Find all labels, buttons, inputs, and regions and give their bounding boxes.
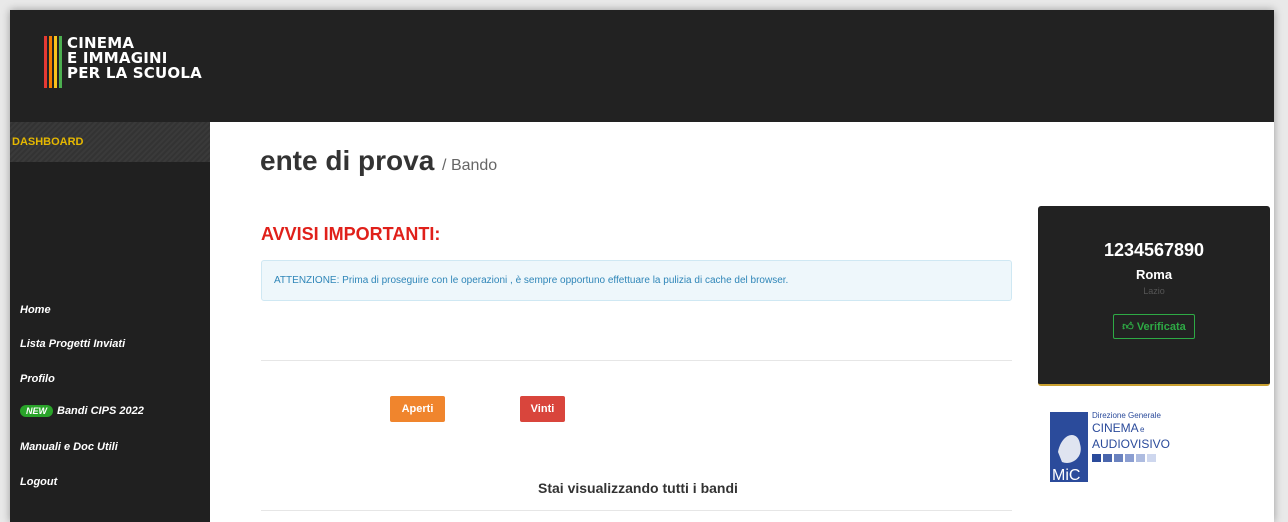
profile-region: Lazio	[1143, 286, 1165, 296]
divider	[261, 510, 1012, 511]
status-text: Stai visualizzando tutti i bandi	[538, 480, 738, 496]
sidebar-item-bandi[interactable]: NEW Bandi CIPS 2022	[20, 405, 144, 417]
mic-mark: MiC	[1052, 467, 1080, 484]
sidebar-item-label: Bandi CIPS 2022	[57, 405, 144, 417]
mic-block	[1125, 454, 1134, 462]
sidebar-item-lista-progetti[interactable]: Lista Progetti Inviati	[20, 338, 125, 350]
logo-text: CINEMA E IMMAGINI PER LA SCUOLA	[67, 36, 202, 88]
page-breadcrumb: / Bando	[442, 157, 498, 174]
mic-line-4: AUDIOVISIVO	[1092, 437, 1170, 451]
sidebar-item-manuali[interactable]: Manuali e Doc Utili	[20, 441, 118, 453]
app-window: CINEMA E IMMAGINI PER LA SCUOLA DASHBOAR…	[10, 10, 1274, 522]
mic-line-3: e	[1140, 425, 1145, 434]
mic-block	[1136, 454, 1145, 462]
verified-label: Verificata	[1136, 321, 1186, 333]
mic-block	[1092, 454, 1101, 462]
logo-line-3: PER LA SCUOLA	[67, 64, 202, 82]
mic-block	[1114, 454, 1123, 462]
thumbs-up-icon: 👍︎	[1122, 321, 1134, 333]
mic-logo: MiC Direzione Generale CINEMA e AUDIOVIS…	[1050, 411, 1170, 484]
top-bar: CINEMA E IMMAGINI PER LA SCUOLA	[10, 10, 1274, 122]
sidebar: DASHBOARD Home Lista Progetti Inviati Pr…	[10, 122, 210, 522]
mic-block	[1147, 454, 1156, 462]
notice-alert: ATTENZIONE: Prima di proseguire con le o…	[261, 260, 1012, 301]
mic-line-1: Direzione Generale	[1092, 411, 1161, 420]
sidebar-item-home[interactable]: Home	[20, 304, 51, 316]
sidebar-header[interactable]: DASHBOARD	[10, 122, 210, 162]
profile-code: 1234567890	[1103, 240, 1205, 260]
page-title-text: ente di prova	[260, 145, 435, 176]
sidebar-item-logout[interactable]: Logout	[20, 476, 57, 488]
profile-card: 1234567890 Roma Lazio 👍︎ Verificata	[1038, 206, 1270, 386]
divider	[261, 360, 1012, 361]
mic-line-2: CINEMA	[1092, 421, 1139, 435]
sidebar-item-profilo[interactable]: Profilo	[20, 373, 55, 385]
new-badge: NEW	[20, 405, 53, 417]
brand-logo[interactable]: CINEMA E IMMAGINI PER LA SCUOLA	[44, 36, 202, 88]
notice-heading: AVVISI IMPORTANTI:	[261, 224, 441, 244]
logo-stripes	[44, 36, 62, 88]
verified-button[interactable]: 👍︎ Verificata	[1113, 314, 1195, 339]
profile-city: Roma	[1135, 267, 1173, 282]
mic-block	[1103, 454, 1112, 462]
vinti-button[interactable]: Vinti	[520, 396, 565, 422]
page-title: ente di prova / Bando	[260, 145, 497, 177]
aperti-button[interactable]: Aperti	[390, 396, 445, 422]
